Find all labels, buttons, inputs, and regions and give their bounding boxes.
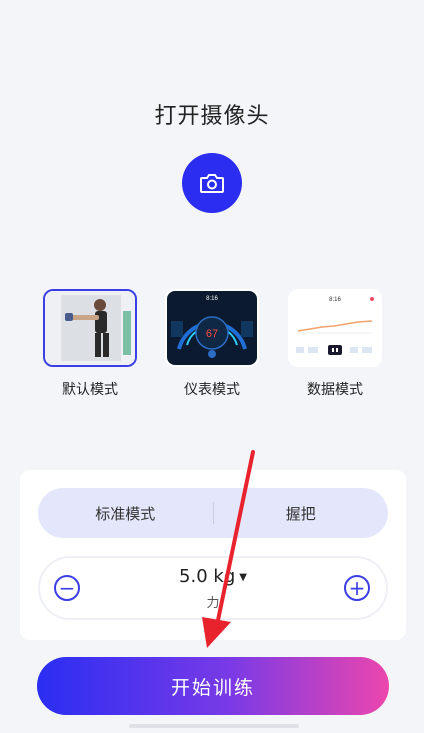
settings-card: 标准模式 握把 − 5.0 kg ▼ 力 +	[20, 470, 406, 640]
dashboard-preview-value: 67	[206, 328, 218, 340]
mode-data-label: 数据模式	[307, 382, 363, 398]
segment-standard[interactable]: 标准模式	[38, 503, 213, 524]
increase-button[interactable]: +	[344, 575, 370, 601]
mode-dashboard-label: 仪表模式	[184, 382, 240, 398]
person-training-image	[45, 291, 135, 365]
weight-stepper: − 5.0 kg ▼ 力 +	[40, 558, 386, 618]
mode-segmented-control: 标准模式 握把	[38, 488, 388, 538]
force-label: 力	[206, 596, 220, 611]
mode-default-label: 默认模式	[62, 382, 118, 398]
mode-data[interactable]: 8:16 数据模式	[288, 289, 382, 399]
mode-data-thumbnail: 8:16	[288, 289, 382, 367]
mode-dashboard[interactable]: 8:16 67 仪表模式	[165, 289, 259, 399]
start-training-button[interactable]: 开始训练	[37, 657, 389, 715]
app-screen: 打开摄像头 默认模式 8:16 67 仪表模式 8:16 数据模式 标准模式 握…	[0, 0, 424, 733]
home-indicator	[129, 724, 299, 728]
data-preview-time: 8:16	[329, 297, 341, 303]
mode-dashboard-thumbnail: 8:16 67	[165, 289, 259, 367]
page-title: 打开摄像头	[154, 104, 270, 129]
caret-down-icon: ▼	[239, 571, 247, 583]
segment-grip[interactable]: 握把	[214, 503, 389, 524]
mode-default-thumbnail	[43, 289, 137, 367]
mode-default[interactable]: 默认模式	[43, 289, 137, 399]
weight-value: 5.0 kg	[179, 566, 236, 587]
weight-selector[interactable]: 5.0 kg ▼	[40, 566, 386, 587]
camera-icon	[200, 174, 224, 193]
dashboard-preview-time: 8:16	[206, 296, 218, 302]
open-camera-button[interactable]	[182, 153, 242, 213]
plus-icon: +	[348, 576, 366, 600]
dashboard-preview-image: 8:16 67	[167, 291, 257, 365]
data-preview-image: 8:16	[290, 291, 380, 365]
